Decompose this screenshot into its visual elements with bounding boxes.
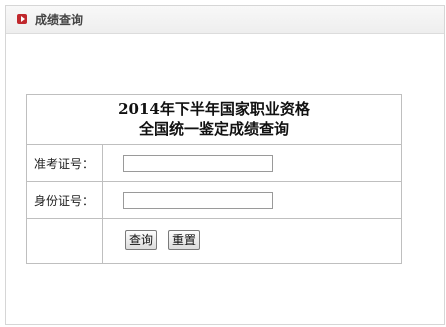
panel-header: 成绩查询 [6,6,444,34]
exam-number-label: 准考证号： [27,145,103,181]
id-number-row: 身份证号： [27,182,401,219]
query-button[interactable]: 查询 [125,230,158,250]
button-row-empty-label [27,219,103,263]
button-row: 查询 重置 [27,219,401,263]
id-number-input[interactable] [123,192,273,209]
id-number-label: 身份证号： [27,182,103,218]
form-title-line-2: 全国统一鉴定成绩查询 [138,120,289,138]
query-form-table: 2014年下半年国家职业资格 全国统一鉴定成绩查询 准考证号： 身份证号： 查询… [26,94,402,264]
panel-title: 成绩查询 [35,13,84,27]
form-title-line-1: 2014年下半年国家职业资格 [118,100,310,118]
form-title: 2014年下半年国家职业资格 全国统一鉴定成绩查询 [27,95,401,145]
reset-button[interactable]: 重置 [168,230,201,250]
exam-number-row: 准考证号： [27,145,401,182]
arrow-bullet-icon [17,14,27,24]
exam-number-input[interactable] [123,155,273,172]
